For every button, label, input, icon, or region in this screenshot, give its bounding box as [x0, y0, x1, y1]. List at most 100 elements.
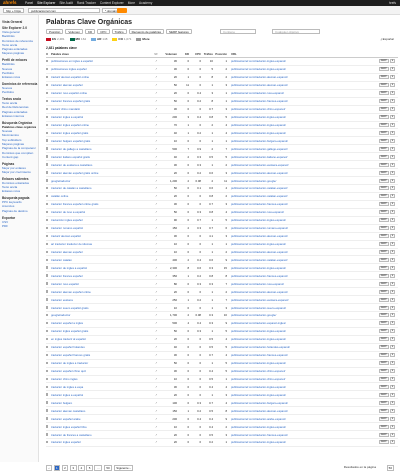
url-link[interactable]: publicacionref.com/traductor-ingles-espa… — [227, 266, 345, 270]
serp-features-icon[interactable]: ↗ — [149, 218, 163, 222]
serp-features-icon[interactable]: ↗ — [149, 147, 163, 151]
serp-features-icon[interactable]: ↗ — [149, 83, 163, 87]
serp-button[interactable]: SERP — [378, 257, 389, 262]
keyword-link[interactable]: traductor inglés español gratis — [51, 329, 149, 333]
serp-features-icon[interactable]: ↗ — [149, 266, 163, 270]
keyword-link[interactable]: traductor ingles español online — [51, 123, 149, 127]
sidebar-item[interactable]: Enlaces internos — [2, 114, 36, 118]
row-dropdown-button[interactable]: ▾ — [389, 162, 395, 167]
row-dropdown-button[interactable]: ▾ — [389, 115, 395, 120]
keyword-link[interactable]: traducir aleman español online — [51, 75, 149, 79]
keyword-link[interactable]: traductor español arabe — [51, 417, 149, 421]
keyword-link[interactable]: traductor aleman español online — [51, 290, 149, 294]
protocol-select[interactable]: http + https — [3, 8, 24, 13]
serp-button[interactable]: SERP — [378, 249, 389, 254]
serp-button[interactable]: SERP — [378, 384, 389, 389]
serp-features-icon[interactable]: ↗ — [149, 242, 163, 246]
row-dropdown-button[interactable]: ▾ — [389, 289, 395, 294]
url-link[interactable]: publicacionref.com/traductor-aleman-espa… — [227, 250, 345, 254]
country-tab[interactable]: MX164 — [69, 37, 86, 42]
url-link[interactable]: publicacionref.com/traductor-frances-esp… — [227, 274, 345, 278]
filter-traffic[interactable]: Tráfico — [111, 29, 127, 34]
serp-features-icon[interactable]: ↗ — [149, 75, 163, 79]
serp-features-icon[interactable]: ↗ — [149, 409, 163, 413]
serp-features-icon[interactable]: ↗ — [149, 250, 163, 254]
url-link[interactable]: publicacionref.com/traductor-aleman-espa… — [227, 75, 345, 79]
page-link[interactable]: 4 — [78, 465, 85, 471]
serp-features-icon[interactable]: ↗ — [149, 377, 163, 381]
row-dropdown-button[interactable]: ▾ — [389, 337, 395, 342]
serp-features-icon[interactable]: ↗ — [149, 329, 163, 333]
url-link[interactable]: publicacionref.com/traductor-ingles-espa… — [227, 218, 345, 222]
keyword-link[interactable]: googletraductor — [51, 179, 149, 183]
col-position[interactable]: Posición — [213, 52, 227, 56]
row-dropdown-button[interactable]: ▾ — [389, 281, 395, 286]
row-dropdown-button[interactable]: ▾ — [389, 416, 395, 421]
country-tab[interactable]: ES2,481 — [46, 37, 65, 42]
filter-position[interactable]: Posición — [46, 29, 64, 34]
keyword-link[interactable]: traductor de ruso a español — [51, 210, 149, 214]
serp-button[interactable]: SERP — [378, 83, 389, 88]
serp-button[interactable]: SERP — [378, 265, 389, 270]
row-dropdown-button[interactable]: ▾ — [389, 154, 395, 159]
serp-features-icon[interactable]: ↗ — [149, 393, 163, 397]
url-link[interactable]: publicacionref.com/traductor-bulgaro-esp… — [227, 401, 345, 405]
serp-button[interactable]: SERP — [378, 115, 389, 120]
filter-volume[interactable]: Volumen — [65, 29, 84, 34]
url-link[interactable]: publicacionref.com/traductor-frances-esp… — [227, 202, 345, 206]
serp-features-icon[interactable]: ↗ — [149, 139, 163, 143]
serp-features-icon[interactable]: ↗ — [149, 67, 163, 71]
serp-features-icon[interactable]: ↗ — [149, 179, 163, 183]
include-input[interactable]: Contiene — [220, 29, 256, 34]
target-url-input[interactable]: publicacionref.com — [28, 8, 100, 13]
row-dropdown-button[interactable]: ▾ — [389, 369, 395, 374]
serp-features-icon[interactable]: ↗ — [149, 59, 163, 63]
url-link[interactable]: publicacionref.com/traductor-chino-espan… — [227, 369, 345, 373]
serp-button[interactable]: SERP — [378, 122, 389, 127]
keyword-link[interactable]: traductor aleman castellano — [51, 409, 149, 413]
serp-button[interactable]: SERP — [378, 361, 389, 366]
keyword-link[interactable]: traductor de gallego a castellano — [51, 147, 149, 151]
keyword-link[interactable]: googletraductor — [51, 313, 149, 317]
keyword-link[interactable]: traductor italiano español gratis — [51, 155, 149, 159]
serp-features-icon[interactable]: ↗ — [149, 194, 163, 198]
keyword-link[interactable]: traductor español a inglés — [51, 321, 149, 325]
url-link[interactable]: publicacionref.com/traductor-ingles-espa… — [227, 242, 345, 246]
url-link[interactable]: publicacionref.com/traductor-euskera-esp… — [227, 298, 345, 302]
keyword-link[interactable]: traductor ingles español — [51, 440, 149, 444]
serp-features-icon[interactable]: ↗ — [149, 313, 163, 317]
keyword-link[interactable]: traductor rumano español — [51, 226, 149, 230]
serp-button[interactable]: SERP — [378, 281, 389, 286]
keyword-link[interactable]: traductor alemán español gratis online — [51, 171, 149, 175]
row-dropdown-button[interactable]: ▾ — [389, 130, 395, 135]
serp-features-icon[interactable]: ↗ — [149, 361, 163, 365]
row-dropdown-button[interactable]: ▾ — [389, 202, 395, 207]
row-dropdown-button[interactable]: ▾ — [389, 305, 395, 310]
serp-button[interactable]: SERP — [378, 321, 389, 326]
sidebar-item[interactable]: Perdidos — [2, 90, 36, 94]
url-link[interactable]: publicacionref.com/traductor-ruso-espano… — [227, 91, 345, 95]
serp-features-icon[interactable]: ↗ — [149, 440, 163, 444]
page-link[interactable]: 3 — [69, 465, 77, 471]
serp-button[interactable]: SERP — [378, 130, 389, 135]
filter-serp-features[interactable]: SERP features — [165, 29, 192, 34]
serp-button[interactable]: SERP — [378, 345, 389, 350]
serp-button[interactable]: SERP — [378, 289, 389, 294]
url-link[interactable]: publicacionref.com/traductor-google/ — [227, 313, 345, 317]
serp-button[interactable]: SERP — [378, 226, 389, 231]
url-link[interactable]: publicacionref.com/traductor-gallego-esp… — [227, 147, 345, 151]
serp-button[interactable]: SERP — [378, 210, 389, 215]
keyword-link[interactable]: traductor ruso español online — [51, 91, 149, 95]
serp-features-icon[interactable]: ↗ — [149, 131, 163, 135]
row-dropdown-button[interactable]: ▾ — [389, 91, 395, 96]
page-link[interactable]: Siguiente › — [113, 465, 134, 471]
keyword-link[interactable]: traductor aleman español — [51, 83, 149, 87]
keyword-link[interactable]: traductor de euskera a castellano — [51, 163, 149, 167]
keyword-link[interactable]: traductor bulgaro — [51, 401, 149, 405]
sidebar-item[interactable]: PDF — [2, 224, 36, 228]
serp-features-icon[interactable]: ↗ — [149, 258, 163, 262]
filter-kd[interactable]: KD — [85, 29, 96, 34]
url-link[interactable]: publicacionref.com/traductor-ingles-espa… — [227, 59, 345, 63]
col-kd[interactable]: KD — [177, 52, 189, 56]
serp-features-icon[interactable]: ↗ — [149, 345, 163, 349]
